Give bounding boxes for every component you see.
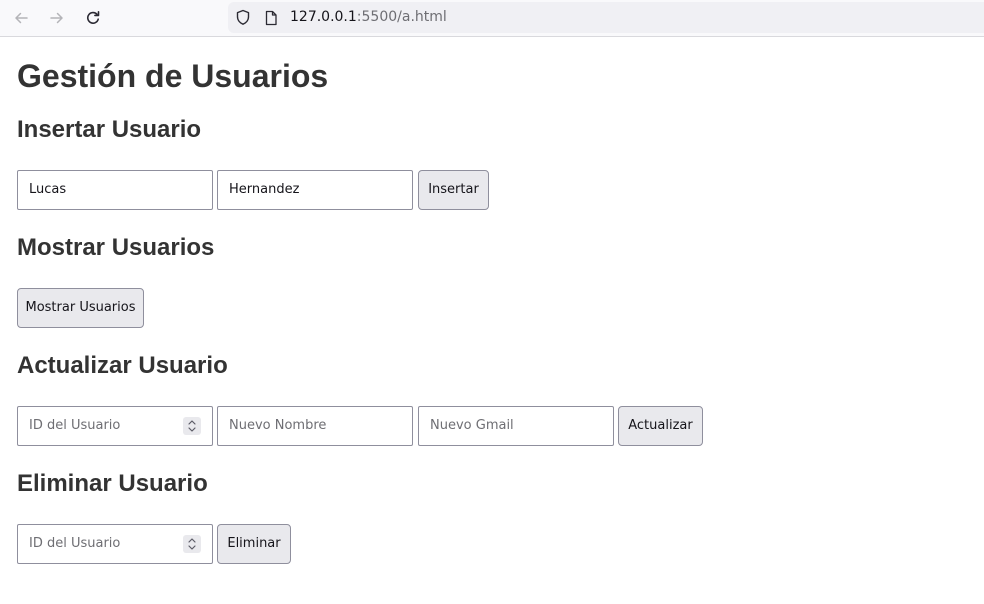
show-users-button[interactable]: Mostrar Usuarios: [17, 288, 144, 328]
update-heading: Actualizar Usuario: [17, 352, 228, 379]
url-path: :5500/a.html: [356, 9, 447, 25]
page-icon[interactable]: [264, 10, 278, 30]
delete-button[interactable]: Eliminar: [217, 524, 291, 564]
page-title: Gestión de Usuarios: [17, 58, 329, 94]
insert-heading: Insertar Usuario: [17, 116, 202, 143]
insert-lastname-input[interactable]: Hernandez: [217, 170, 413, 210]
forward-arrow-icon: [49, 10, 65, 26]
reload-button[interactable]: [80, 5, 106, 31]
browser-toolbar: 127.0.0.1:5500/a.html: [0, 0, 984, 37]
url-bar[interactable]: 127.0.0.1:5500/a.html: [228, 2, 984, 33]
delete-id-input[interactable]: ID del Usuario: [17, 524, 213, 564]
back-button[interactable]: [8, 5, 34, 31]
number-spinner[interactable]: [183, 535, 201, 553]
delete-heading: Eliminar Usuario: [17, 470, 208, 497]
insert-name-input[interactable]: Lucas: [17, 170, 213, 210]
delete-id-placeholder: ID del Usuario: [29, 536, 121, 551]
update-name-input[interactable]: Nuevo Nombre: [217, 406, 413, 446]
update-id-input[interactable]: ID del Usuario: [17, 406, 213, 446]
reload-icon: [85, 10, 101, 26]
update-id-placeholder: ID del Usuario: [29, 418, 121, 433]
back-arrow-icon: [13, 10, 29, 26]
spinner-arrows-icon: [188, 538, 196, 550]
show-heading: Mostrar Usuarios: [17, 234, 215, 261]
url-text[interactable]: 127.0.0.1:5500/a.html: [290, 9, 447, 26]
url-host: 127.0.0.1: [290, 9, 357, 25]
forward-button[interactable]: [44, 5, 70, 31]
spinner-arrows-icon: [188, 420, 196, 432]
update-gmail-input[interactable]: Nuevo Gmail: [418, 406, 614, 446]
insert-button[interactable]: Insertar: [418, 170, 489, 210]
update-button[interactable]: Actualizar: [618, 406, 703, 446]
number-spinner[interactable]: [183, 417, 201, 435]
shield-icon[interactable]: [235, 9, 251, 30]
